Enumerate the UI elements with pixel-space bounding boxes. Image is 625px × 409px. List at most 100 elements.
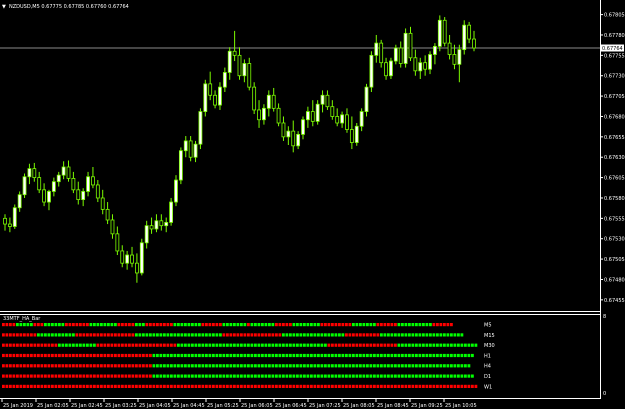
mtf-cell [422,343,425,347]
mtf-cell [408,333,411,337]
mtf-cell [33,323,37,327]
mtf-cell [341,384,345,388]
mtf-cell [467,384,471,388]
mtf-cell [222,384,226,388]
mtf-cell [117,343,121,347]
mtf-cell [58,374,61,378]
mtf-cell [457,353,460,358]
mtf-cell [457,343,460,347]
mtf-cell [257,353,261,358]
mtf-cell [264,353,268,358]
mtf-cell [376,323,380,327]
mtf-cell [170,374,173,378]
mtf-cell [96,343,100,347]
candle-bull [164,222,169,227]
price-axis: 0.67805 0.67780 0.67755 0.67730 0.67705 0.676… [600,13,625,304]
mtf-cell [429,333,432,337]
mtf-cell [75,374,79,378]
candle-bear [110,219,115,235]
mtf-cell [338,374,341,378]
mtf-cell [247,333,250,337]
chart-background [0,0,625,409]
mtf-cell [222,374,226,378]
mtf-cell [320,343,324,347]
mtf-cell [453,384,457,388]
mtf-cell [177,374,180,378]
candle-bear [423,62,428,70]
mtf-cell [159,343,163,347]
mtf-cell [236,353,240,358]
mtf-cell [359,364,362,368]
mtf-cell [394,384,397,388]
candle-bear [379,42,384,64]
candle-bear [3,217,7,225]
mtf-cell [471,343,474,347]
mtf-cell [114,353,117,358]
candle-bull [198,111,203,145]
mtf-cell [408,364,411,368]
mtf-cell [142,323,145,327]
mtf-cell [278,374,282,378]
mtf-cell [128,384,131,388]
mtf-cell [443,364,446,368]
mtf-cell [128,374,131,378]
mtf-cell [390,364,394,368]
mtf-cell [226,353,229,358]
mtf-cell [394,364,397,368]
candle-bull [393,47,398,62]
symbol-arrow-icon[interactable]: ▼ [2,4,6,10]
mtf-cell [68,343,72,347]
mtf-cell [219,333,222,337]
mtf-cell [96,323,100,327]
mtf-cell [166,384,170,388]
mtf-cell [173,323,177,327]
mtf-cell [12,353,16,358]
mtf-cell [240,353,243,358]
mtf-cell [334,333,338,337]
mtf-cell [331,384,334,388]
mtf-cell [310,353,313,358]
trading-chart[interactable]: ▼ NZDUSD,M5 0.67775 0.67785 0.67760 0.67… [0,0,625,409]
mtf-cell [352,323,355,327]
mtf-cell [215,374,219,378]
mtf-cell [72,343,75,347]
mtf-cell [180,323,184,327]
mtf-cell [103,323,107,327]
mtf-cell [243,384,247,388]
mtf-cell [418,374,422,378]
mtf-cell [310,343,313,347]
mtf-cell [453,364,457,368]
mtf-cell [152,323,156,327]
mtf-cell [240,384,243,388]
mtf-cell [12,323,16,327]
mtf-cell [334,374,338,378]
mtf-cell [250,323,254,327]
mtf-cell [254,364,257,368]
mtf-cell [170,323,173,327]
mtf-cell [313,353,317,358]
mtf-cell [348,323,352,327]
mtf-cell [75,364,79,368]
candle-bull [374,42,379,56]
mtf-cell [369,374,373,378]
time-label: 25 Jan 02:45 [71,403,103,409]
mtf-cell [250,333,254,337]
mtf-cell [443,333,446,337]
mtf-cell [184,364,187,368]
mtf-cell [173,343,177,347]
mtf-cell [131,353,135,358]
mtf-cell [2,343,5,347]
mtf-cell [37,323,40,327]
mtf-cell [296,353,299,358]
mtf-cell [285,343,289,347]
mtf-cell [331,333,334,337]
mtf-cell [152,333,156,337]
time-label: 25 Jan 02:05 [37,403,69,409]
mtf-cell [320,333,324,337]
mtf-cell [383,323,387,327]
mtf-cell [47,384,51,388]
mtf-cell [170,353,173,358]
mtf-cell [404,343,408,347]
mtf-cell [362,343,366,347]
mtf-cell [26,374,30,378]
